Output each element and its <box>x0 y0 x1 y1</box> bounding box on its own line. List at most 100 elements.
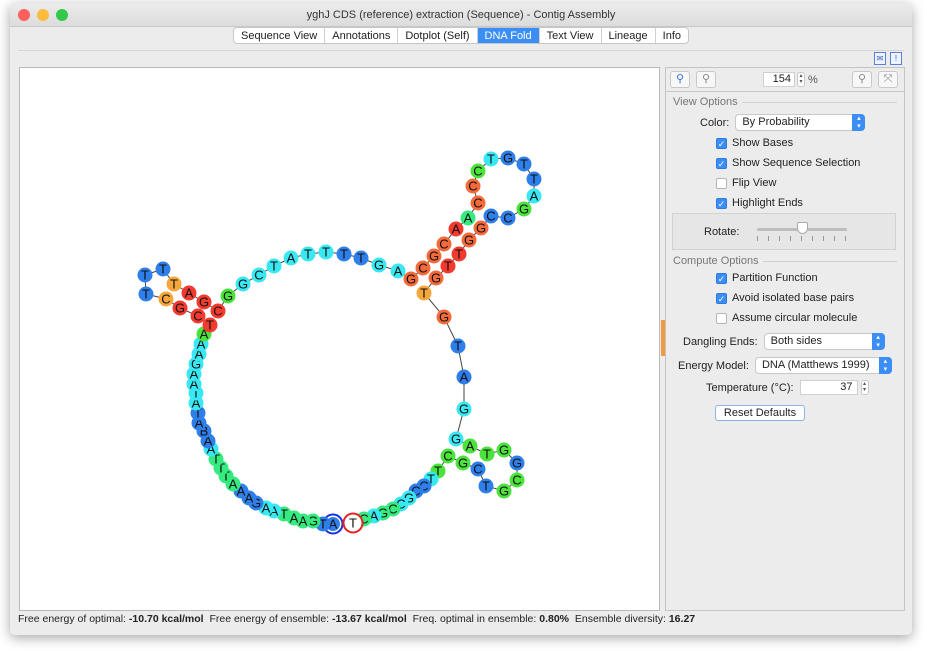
nucleotide-68[interactable]: G <box>473 220 489 236</box>
info-panel-icon[interactable]: ! <box>890 52 902 65</box>
nucleotide-85[interactable]: T <box>478 478 494 494</box>
rotate-slider-thumb[interactable] <box>797 222 808 234</box>
checkbox-label: Flip View <box>732 177 777 189</box>
nucleotide-55[interactable]: A <box>448 221 464 237</box>
color-select[interactable]: By Probability ▴ ▾ <box>735 114 866 131</box>
nucleotide-57[interactable]: C <box>470 195 486 211</box>
highlight-ends-checkbox[interactable]: ✓ Highlight Ends <box>716 197 803 209</box>
nucleotide-71[interactable]: T <box>440 258 456 274</box>
nucleotide-32[interactable]: C <box>158 291 174 307</box>
circular-molecule-checkbox[interactable]: Assume circular molecule <box>716 312 857 324</box>
nucleotide-30[interactable]: C <box>190 308 206 324</box>
nucleotide-35[interactable]: T <box>155 261 171 277</box>
mail-alert-icon[interactable]: ✉ <box>874 52 886 65</box>
ensemble-energy-value: -13.67 kcal/mol <box>332 613 407 625</box>
show-sequence-selection-checkbox[interactable]: ✓ Show Sequence Selection <box>716 157 860 169</box>
temperature-input[interactable]: 37 <box>799 380 858 395</box>
nucleotide-83[interactable]: C <box>509 472 525 488</box>
nucleotide-79[interactable]: A <box>462 438 478 454</box>
zoom-stepper[interactable]: ▴ ▾ <box>797 72 805 87</box>
nucleotide-63[interactable]: T <box>526 171 542 187</box>
nucleotide-38[interactable]: G <box>196 294 212 310</box>
nucleotide-49[interactable]: G <box>371 257 387 273</box>
temperature-stepper[interactable]: ▴ ▾ <box>860 380 869 395</box>
nucleotide-84[interactable]: G <box>496 483 512 499</box>
nucleotide-77[interactable]: G <box>456 401 472 417</box>
nucleotide-37[interactable]: A <box>181 285 197 301</box>
zoom-input[interactable]: 154 <box>763 72 795 87</box>
nucleotide-86[interactable]: C <box>470 461 486 477</box>
nucleotide-51[interactable]: G <box>403 271 419 287</box>
fullscreen-icon[interactable]: ⤧ <box>878 71 898 88</box>
base-letter: T <box>357 251 365 266</box>
dangling-ends-label: Dangling Ends: <box>683 335 758 348</box>
nucleotide-82[interactable]: G <box>509 455 525 471</box>
nucleotide-88[interactable]: C <box>440 448 456 464</box>
dna-fold-diagram[interactable]: ATGAATAAGAAATTTAABATATAAGAAATCGCTT TTAGCG… <box>20 68 661 612</box>
nucleotide-81[interactable]: G <box>496 442 512 458</box>
base-letter: T <box>319 517 327 532</box>
nucleotide-56[interactable]: A <box>460 210 476 226</box>
nucleotide-70[interactable]: T <box>451 246 467 262</box>
nucleotide-40[interactable]: G <box>220 288 236 304</box>
zoom-to-fit-icon[interactable]: ⚲ <box>852 71 872 88</box>
nucleotide-43[interactable]: T <box>266 258 282 274</box>
checkbox-icon <box>716 177 727 189</box>
nucleotide-48[interactable]: T <box>353 250 369 266</box>
base-letter: G <box>476 221 486 236</box>
avoid-isolated-pairs-checkbox[interactable]: ✓ Avoid isolated base pairs <box>716 292 854 304</box>
base-letter: C <box>439 237 448 252</box>
base-letter: A <box>460 370 469 385</box>
freq-optimal-label: Freq. optimal in ensemble: <box>412 613 537 625</box>
show-bases-checkbox[interactable]: ✓ Show Bases <box>716 137 793 149</box>
nucleotide-58[interactable]: C <box>465 178 481 194</box>
nucleotide-99[interactable]: T <box>342 512 364 534</box>
chevron-updown-icon: ▴ ▾ <box>871 333 885 350</box>
nucleotide-47[interactable]: T <box>336 246 352 262</box>
nucleotide-73[interactable]: T <box>416 285 432 301</box>
energy-model-select[interactable]: DNA (Matthews 1999) ▴ ▾ <box>754 357 892 374</box>
nucleotide-44[interactable]: A <box>283 250 299 266</box>
zoom-window-button[interactable] <box>56 9 68 21</box>
dangling-ends-select[interactable]: Both sides ▴ ▾ <box>763 333 885 350</box>
nucleotide-74[interactable]: G <box>436 309 452 325</box>
nucleotide-29[interactable]: T <box>202 317 218 333</box>
nucleotide-60[interactable]: T <box>483 151 499 167</box>
nucleotide-62[interactable]: T <box>516 156 532 172</box>
options-panel: ⚲ ⚲ 154 ▴ ▾ % ⚲ ⤧ View Options Color: By … <box>665 67 905 611</box>
nucleotide-46[interactable]: T <box>318 244 334 260</box>
nucleotide-76[interactable]: A <box>456 369 472 385</box>
nucleotide-41[interactable]: G <box>235 276 251 292</box>
nucleotide-54[interactable]: C <box>436 236 452 252</box>
rotate-slider[interactable] <box>757 222 847 234</box>
close-window-button[interactable] <box>18 9 30 21</box>
nucleotide-31[interactable]: G <box>172 300 188 316</box>
nucleotide-78[interactable]: G <box>448 431 464 447</box>
nucleotide-50[interactable]: A <box>390 263 406 279</box>
fold-canvas[interactable]: ATGAATAAGAAATTTAABATATAAGAAATCGCTTTTAGCG… <box>19 67 660 611</box>
nucleotide-75[interactable]: T <box>450 338 466 354</box>
nucleotide-42[interactable]: C <box>251 267 267 283</box>
flip-view-checkbox[interactable]: Flip View <box>716 177 776 189</box>
partition-function-checkbox[interactable]: ✓ Partition Function <box>716 272 818 284</box>
zoom-in-icon[interactable]: ⚲ <box>670 71 690 88</box>
base-letter: G <box>458 456 468 471</box>
base-letter: G <box>451 432 461 447</box>
nucleotide-39[interactable]: C <box>210 303 226 319</box>
nucleotide-61[interactable]: G <box>500 150 516 166</box>
zoom-out-icon[interactable]: ⚲ <box>696 71 716 88</box>
nucleotide-72[interactable]: G <box>428 270 444 286</box>
nucleotide-66[interactable]: C <box>500 210 516 226</box>
nucleotide-34[interactable]: T <box>137 267 153 283</box>
nucleotide-80[interactable]: T <box>479 446 495 462</box>
minimize-window-button[interactable] <box>37 9 49 21</box>
nucleotide-87[interactable]: G <box>455 455 471 471</box>
nucleotide-33[interactable]: T <box>138 286 154 302</box>
nucleotide-69[interactable]: G <box>461 232 477 248</box>
nucleotide-36[interactable]: T <box>166 276 182 292</box>
nucleotide-45[interactable]: T <box>300 246 316 262</box>
checkbox-icon: ✓ <box>716 197 727 209</box>
reset-defaults-button[interactable]: Reset Defaults <box>715 405 805 421</box>
nucleotide-65[interactable]: G <box>516 201 532 217</box>
nucleotide-59[interactable]: C <box>470 163 486 179</box>
